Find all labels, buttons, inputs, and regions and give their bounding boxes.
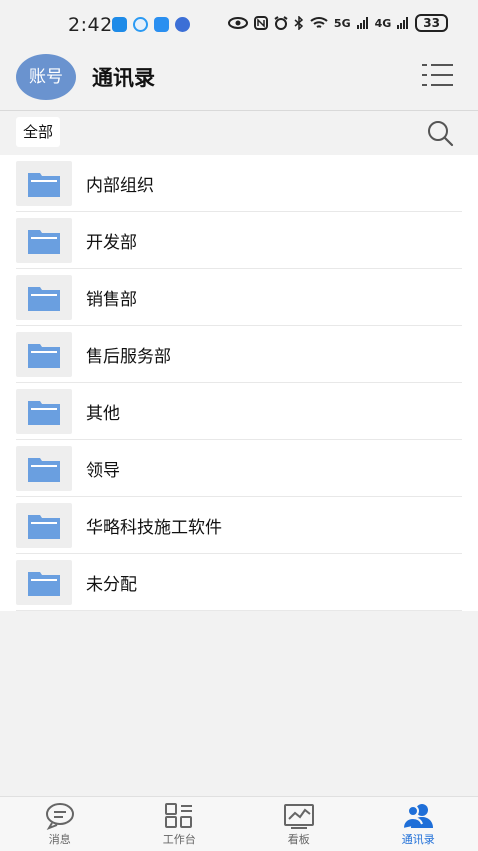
folder-icon bbox=[28, 570, 60, 596]
search-button[interactable] bbox=[426, 119, 454, 147]
nav-label: 工作台 bbox=[163, 831, 196, 847]
list-item-label: 销售部 bbox=[86, 285, 137, 310]
signal-bars-icon bbox=[397, 17, 409, 29]
nav-item-messages[interactable]: 消息 bbox=[0, 797, 120, 851]
list-item[interactable]: 领导 bbox=[0, 440, 478, 497]
list-item[interactable]: 华略科技施工软件 bbox=[0, 497, 478, 554]
list-menu-icon bbox=[422, 62, 454, 88]
app-notification-icon bbox=[175, 17, 190, 32]
folder-icon-box bbox=[16, 161, 72, 206]
folder-icon-box bbox=[16, 332, 72, 377]
filter-all-chip[interactable]: 全部 bbox=[16, 117, 60, 147]
battery-indicator: 33 bbox=[415, 14, 448, 32]
nav-label: 消息 bbox=[49, 831, 71, 847]
folder-icon-box bbox=[16, 389, 72, 434]
message-icon bbox=[44, 802, 76, 830]
nav-item-workbench[interactable]: 工作台 bbox=[120, 797, 240, 851]
contacts-icon bbox=[402, 802, 434, 830]
nav-label: 看板 bbox=[288, 831, 310, 847]
dashboard-icon bbox=[283, 802, 315, 830]
folder-icon bbox=[28, 171, 60, 197]
list-item-label: 其他 bbox=[86, 399, 120, 424]
folder-icon-box bbox=[16, 446, 72, 491]
page-title: 通讯录 bbox=[92, 62, 155, 92]
folder-icon bbox=[28, 513, 60, 539]
list-item[interactable]: 售后服务部 bbox=[0, 326, 478, 383]
folder-icon-box bbox=[16, 275, 72, 320]
folder-icon-box bbox=[16, 218, 72, 263]
status-indicators: 5G 4G 33 bbox=[228, 14, 448, 32]
search-icon bbox=[426, 119, 454, 147]
eye-icon bbox=[228, 17, 248, 29]
folder-icon-box bbox=[16, 560, 72, 605]
folder-icon bbox=[28, 228, 60, 254]
list-item[interactable]: 销售部 bbox=[0, 269, 478, 326]
list-menu-button[interactable] bbox=[422, 62, 454, 88]
signal-bars-icon bbox=[357, 17, 369, 29]
status-bar: 2:42 5G 4G 33 bbox=[0, 0, 478, 50]
wifi-icon bbox=[310, 16, 328, 30]
status-time: 2:42 bbox=[68, 14, 113, 36]
nav-label: 通讯录 bbox=[402, 831, 435, 847]
nav-item-dashboard[interactable]: 看板 bbox=[239, 797, 359, 851]
filter-bar: 全部 bbox=[0, 111, 478, 155]
alarm-icon bbox=[274, 16, 288, 30]
list-item-label: 内部组织 bbox=[86, 171, 154, 196]
list-item-label: 领导 bbox=[86, 456, 120, 481]
bottom-nav: 消息 工作台 看板 通讯录 bbox=[0, 796, 478, 851]
list-item[interactable]: 内部组织 bbox=[0, 155, 478, 212]
list-item-label: 未分配 bbox=[86, 570, 137, 595]
folder-icon bbox=[28, 399, 60, 425]
folder-icon bbox=[28, 456, 60, 482]
app-notification-icon bbox=[133, 17, 148, 32]
list-item-label: 华略科技施工软件 bbox=[86, 513, 222, 538]
app-notification-icon bbox=[112, 17, 127, 32]
list-item[interactable]: 开发部 bbox=[0, 212, 478, 269]
nfc-icon bbox=[254, 16, 268, 30]
workbench-icon bbox=[163, 802, 195, 830]
folder-icon bbox=[28, 342, 60, 368]
list-item[interactable]: 其他 bbox=[0, 383, 478, 440]
list-item-label: 开发部 bbox=[86, 228, 137, 253]
app-header: 账号 通讯录 bbox=[0, 50, 478, 111]
signal-4g: 4G bbox=[375, 17, 392, 30]
avatar[interactable]: 账号 bbox=[16, 54, 76, 100]
folder-icon bbox=[28, 285, 60, 311]
folder-icon-box bbox=[16, 503, 72, 548]
list-item[interactable]: 未分配 bbox=[0, 554, 478, 611]
signal-5g: 5G bbox=[334, 17, 351, 30]
status-app-icons bbox=[112, 17, 190, 32]
bluetooth-icon bbox=[294, 16, 304, 30]
nav-item-contacts[interactable]: 通讯录 bbox=[359, 797, 478, 851]
app-notification-icon bbox=[154, 17, 169, 32]
list-item-label: 售后服务部 bbox=[86, 342, 171, 367]
department-list: 内部组织 开发部 销售部 售后服务部 其他 领导 华略科技施工软件 bbox=[0, 155, 478, 611]
